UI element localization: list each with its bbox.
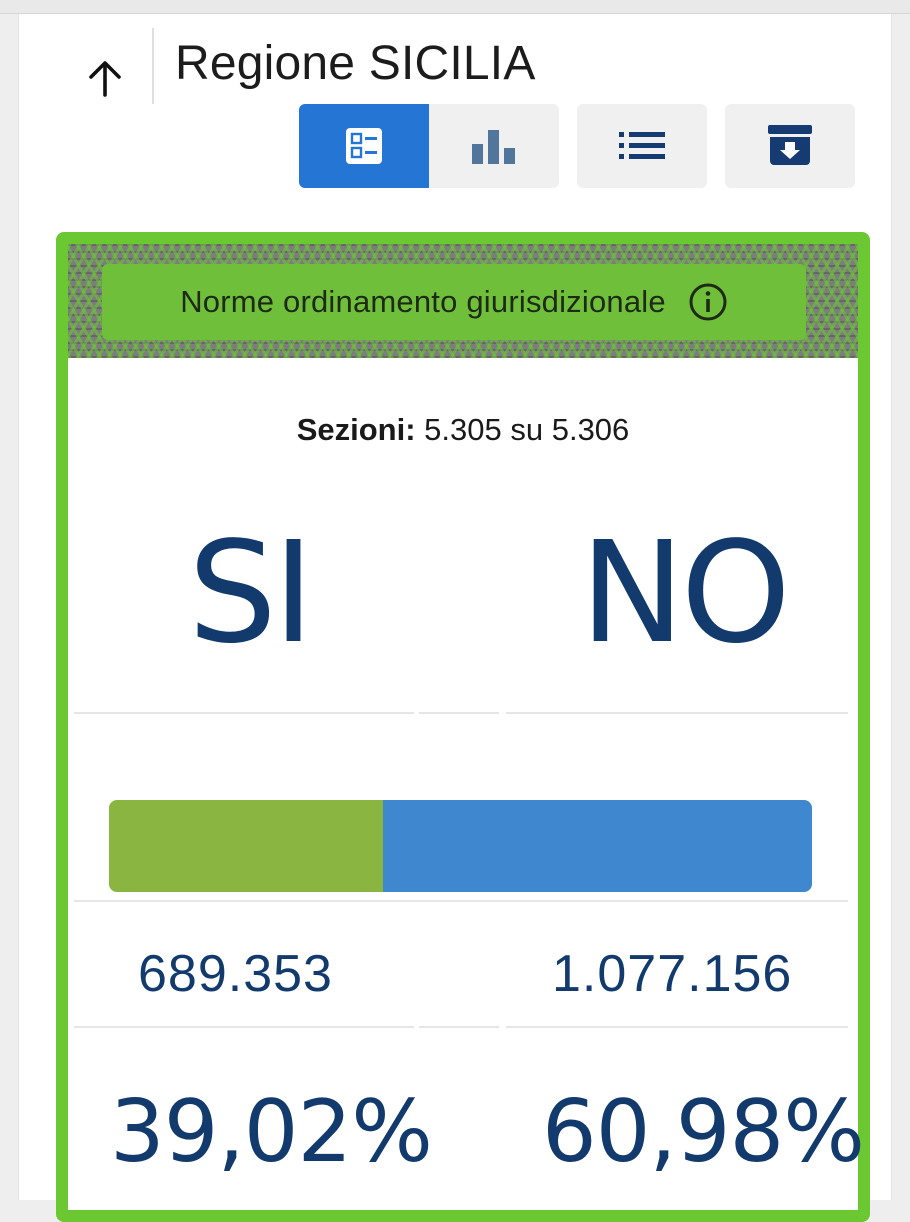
result-bar [109,800,812,892]
result-bar-no [383,800,812,892]
result-bar-si [109,800,384,892]
no-label: NO [580,512,791,675]
referendum-card: Norme ordinamento giurisdizionale Sezion… [56,232,870,1222]
divider [419,1026,499,1028]
divider [506,1026,848,1028]
view-summary-button[interactable] [299,104,429,188]
divider [419,712,499,714]
divider [74,1026,414,1028]
no-votes: 1.077.156 [552,945,793,1003]
divider [506,712,848,714]
page: Regione SICILIA Norme ordinamento giuris… [18,14,892,1222]
view-list-button[interactable] [577,104,707,188]
sezioni-label: Sezioni: [296,412,416,447]
arrow-up-icon [89,61,121,97]
view-chart-button[interactable] [429,104,559,188]
bar-chart-icon [472,130,515,164]
si-label: SI [188,512,314,675]
no-percent: 60,98% [542,1082,865,1182]
back-button[interactable] [75,44,135,114]
card-title: Norme ordinamento giurisdizionale [180,284,666,319]
info-icon[interactable] [688,282,728,322]
si-percent: 39,02% [110,1082,433,1182]
card-title-box: Norme ordinamento giurisdizionale [102,264,806,340]
header-divider [152,28,154,104]
si-votes: 689.353 [138,945,333,1003]
page-title: Regione SICILIA [175,37,536,90]
card-header: Norme ordinamento giurisdizionale [68,244,858,358]
sezioni-info: Sezioni: 5.305 su 5.306 [68,412,858,448]
divider [74,900,848,902]
divider [74,712,414,714]
sezioni-value: 5.305 su 5.306 [424,412,630,447]
download-button[interactable] [725,104,855,188]
top-bar [0,0,910,14]
list-icon [619,132,665,159]
summary-list-icon [346,128,382,164]
download-archive-icon [768,125,812,165]
